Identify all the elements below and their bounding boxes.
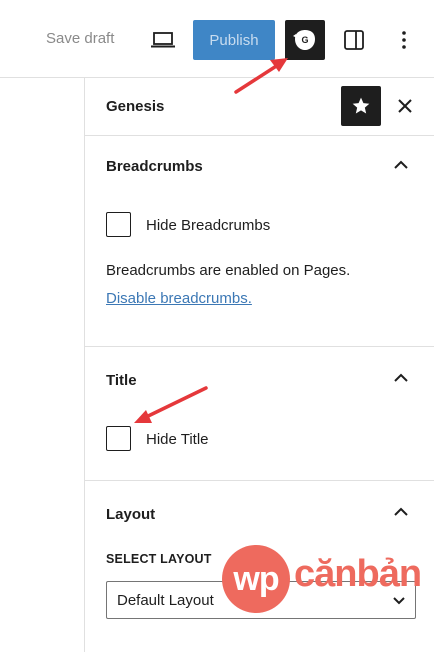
layout-panel-toggle[interactable] — [391, 501, 411, 521]
wpcanban-watermark-logo: wp cănbản — [222, 545, 422, 615]
settings-sidebar-toggle[interactable] — [340, 26, 368, 54]
hide-breadcrumbs-label[interactable]: Hide Breadcrumbs — [146, 217, 270, 234]
hide-title-label[interactable]: Hide Title — [146, 431, 209, 448]
chevron-up-icon — [394, 373, 408, 382]
genesis-logo-icon: G — [293, 30, 315, 50]
breadcrumbs-help-text: Breadcrumbs are enabled on Pages. — [106, 262, 351, 279]
pin-sidebar-button[interactable] — [341, 86, 381, 126]
publish-button[interactable]: Publish — [193, 20, 275, 60]
laptop-icon — [151, 32, 175, 48]
breadcrumbs-panel: Breadcrumbs Hide Breadcrumbs Breadcrumbs… — [85, 136, 434, 347]
watermark-circle: wp — [222, 545, 290, 613]
genesis-badge-letter: G — [301, 35, 308, 45]
hide-breadcrumbs-checkbox[interactable] — [106, 212, 131, 237]
chevron-up-icon — [394, 507, 408, 516]
watermark-text: cănbản — [294, 553, 422, 595]
more-vertical-icon — [402, 31, 406, 49]
disable-breadcrumbs-link[interactable]: Disable breadcrumbs. — [106, 290, 252, 307]
preview-button[interactable] — [148, 26, 178, 54]
breadcrumbs-panel-title[interactable]: Breadcrumbs — [106, 158, 203, 175]
save-draft-button[interactable]: Save draft — [46, 30, 114, 47]
title-panel-toggle[interactable] — [391, 367, 411, 387]
options-menu-button[interactable] — [392, 26, 416, 54]
sidebar-title: Genesis — [106, 98, 165, 115]
close-icon — [398, 99, 412, 113]
title-panel: Title Hide Title — [85, 347, 434, 481]
sidebar-toggle-icon — [344, 30, 364, 50]
close-sidebar-button[interactable] — [393, 94, 417, 118]
layout-panel-title[interactable]: Layout — [106, 506, 155, 523]
editor-topbar: Save draft Publish G — [0, 0, 434, 78]
breadcrumbs-panel-toggle[interactable] — [391, 154, 411, 174]
hide-title-checkbox[interactable] — [106, 426, 131, 451]
title-panel-title[interactable]: Title — [106, 372, 137, 389]
layout-select-value: Default Layout — [117, 592, 214, 609]
star-icon — [352, 97, 370, 114]
select-layout-label: SELECT LAYOUT — [106, 552, 212, 566]
genesis-settings-button[interactable]: G — [285, 20, 325, 60]
chevron-up-icon — [394, 160, 408, 169]
sidebar-header: Genesis — [85, 78, 434, 136]
